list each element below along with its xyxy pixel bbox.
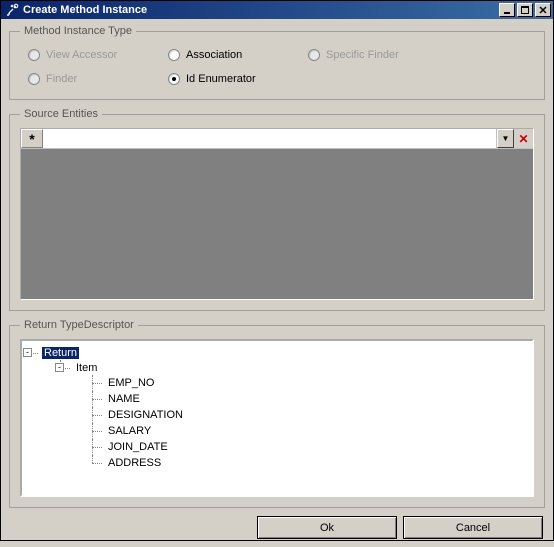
tree-label[interactable]: SALARY — [106, 425, 153, 437]
tree-label[interactable]: EMP_NO — [106, 377, 156, 389]
app-icon — [5, 3, 19, 17]
window-title: Create Method Instance — [23, 4, 499, 16]
close-button[interactable] — [535, 3, 551, 17]
method-instance-type-group: Method Instance Type View Accessor Assoc… — [9, 25, 545, 100]
radio-icon — [168, 49, 180, 61]
dialog-content: Method Instance Type View Accessor Assoc… — [1, 19, 553, 547]
return-type-legend: Return TypeDescriptor — [20, 319, 138, 331]
radio-label: Specific Finder — [326, 49, 399, 61]
entity-cell[interactable] — [43, 129, 497, 148]
radio-finder: Finder — [28, 73, 168, 85]
tree-label-item[interactable]: Item — [74, 362, 99, 374]
tree-leaf[interactable]: ADDRESS — [92, 455, 528, 471]
new-row-indicator: * — [21, 129, 43, 148]
collapse-icon[interactable]: - — [23, 348, 32, 357]
tree-label[interactable]: JOIN_DATE — [106, 441, 170, 453]
source-entities-grid[interactable]: * ▼ ✕ — [20, 128, 534, 300]
tree-leaf[interactable]: DESIGNATION — [92, 407, 528, 423]
tree-node-return[interactable]: - Return - Item EMP_NO NAME DESIGNATION … — [28, 345, 528, 473]
radio-icon — [28, 49, 40, 61]
title-bar: Create Method Instance — [1, 1, 553, 19]
source-entities-legend: Source Entities — [20, 108, 102, 120]
tree-node-item[interactable]: - Item EMP_NO NAME DESIGNATION SALARY JO… — [60, 360, 528, 472]
radio-label: Id Enumerator — [186, 73, 256, 85]
tree-leaf[interactable]: JOIN_DATE — [92, 439, 528, 455]
dialog-buttons: Ok Cancel — [9, 516, 545, 539]
tree-leaf[interactable]: SALARY — [92, 423, 528, 439]
cancel-button[interactable]: Cancel — [403, 516, 543, 539]
tree-leaf[interactable]: EMP_NO — [92, 375, 528, 391]
radio-label: Finder — [46, 73, 77, 85]
radio-view-accessor: View Accessor — [28, 49, 168, 61]
tree-label-return[interactable]: Return — [42, 347, 79, 359]
radio-specific-finder: Specific Finder — [308, 49, 448, 61]
radio-icon — [308, 49, 320, 61]
delete-row-button[interactable]: ✕ — [514, 129, 533, 148]
return-type-descriptor-group: Return TypeDescriptor - Return - Item EM… — [9, 319, 545, 508]
method-type-legend: Method Instance Type — [20, 25, 136, 37]
radio-icon — [28, 73, 40, 85]
source-entities-group: Source Entities * ▼ ✕ — [9, 108, 545, 311]
maximize-button[interactable] — [517, 3, 533, 17]
radio-label: View Accessor — [46, 49, 117, 61]
radio-icon — [168, 73, 180, 85]
tree-label[interactable]: NAME — [106, 393, 142, 405]
tree-label[interactable]: DESIGNATION — [106, 409, 185, 421]
radio-label: Association — [186, 49, 242, 61]
dropdown-button[interactable]: ▼ — [497, 129, 514, 148]
minimize-button[interactable] — [499, 3, 515, 17]
radio-id-enumerator[interactable]: Id Enumerator — [168, 73, 308, 85]
grid-new-row[interactable]: * ▼ ✕ — [21, 129, 533, 149]
window-controls — [499, 3, 551, 17]
tree-leaf[interactable]: NAME — [92, 391, 528, 407]
ok-button[interactable]: Ok — [257, 516, 397, 539]
radio-association[interactable]: Association — [168, 49, 308, 61]
type-descriptor-tree[interactable]: - Return - Item EMP_NO NAME DESIGNATION … — [20, 339, 534, 497]
collapse-icon[interactable]: - — [55, 363, 64, 372]
tree-label[interactable]: ADDRESS — [106, 457, 163, 469]
